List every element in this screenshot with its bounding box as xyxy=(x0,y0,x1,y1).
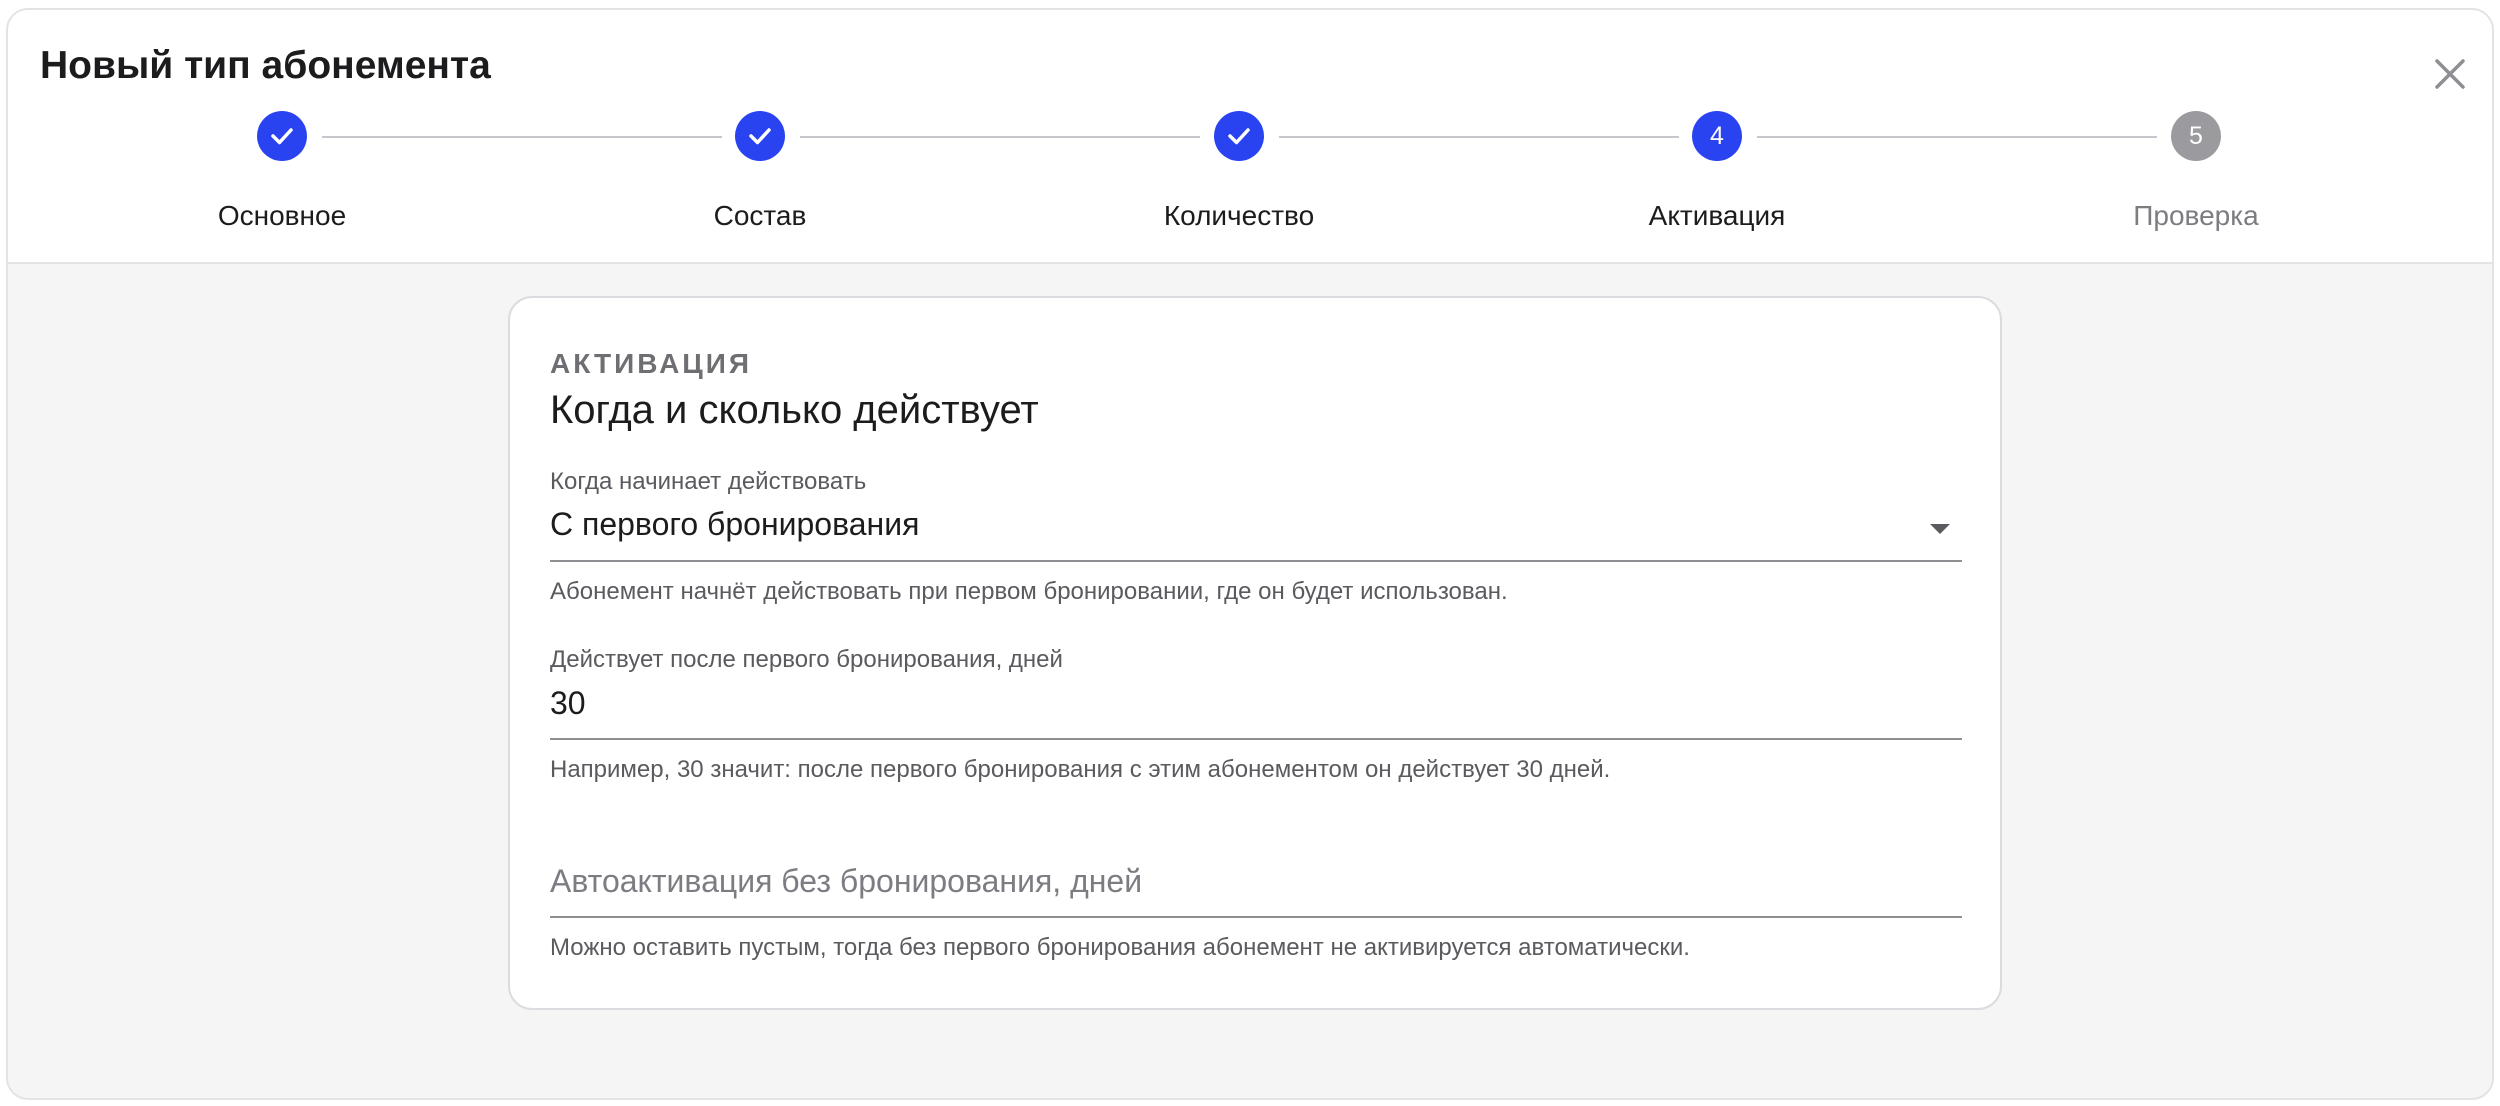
check-icon xyxy=(1228,128,1250,145)
check-icon xyxy=(749,128,771,145)
dialog-header: Новый тип абонемента Основное Состав Кол… xyxy=(8,10,2492,264)
step-3-completed[interactable] xyxy=(1214,111,1264,161)
step-4-active[interactable]: 4 xyxy=(1692,111,1742,161)
duration-helper: Например, 30 значит: после первого брони… xyxy=(550,756,1611,783)
start-condition-value[interactable]: С первого бронирования xyxy=(550,506,919,543)
close-icon xyxy=(2435,59,2465,89)
stepper-connector xyxy=(322,136,722,138)
close-button[interactable] xyxy=(2420,44,2480,104)
section-overline: АКТИВАЦИЯ xyxy=(550,348,752,379)
step-2-label[interactable]: Состав xyxy=(580,200,940,232)
autoactivation-helper: Можно оставить пустым, тогда без первого… xyxy=(550,934,1690,961)
start-condition-select[interactable]: Когда начинает действовать С первого бро… xyxy=(550,468,1962,608)
autoactivation-field: Можно оставить пустым, тогда без первого… xyxy=(550,826,1962,966)
autoactivation-underline xyxy=(550,916,1962,918)
stepper-connector xyxy=(1757,136,2157,138)
dropdown-arrow-icon[interactable] xyxy=(1930,524,1950,534)
check-icon xyxy=(271,128,293,145)
section-title: Когда и сколько действует xyxy=(550,388,1039,432)
step-5-label: Проверка xyxy=(2133,200,2259,231)
duration-underline xyxy=(550,738,1962,740)
start-condition-label: Когда начинает действовать xyxy=(550,468,867,495)
step-2-completed[interactable] xyxy=(735,111,785,161)
duration-field: Действует после первого бронирования, дн… xyxy=(550,646,1962,786)
step-1-label[interactable]: Основное xyxy=(102,200,462,232)
step-3-label[interactable]: Количество xyxy=(1059,200,1419,232)
step-4-label[interactable]: Активация xyxy=(1537,200,1897,232)
step-1-completed[interactable] xyxy=(257,111,307,161)
start-condition-helper: Абонемент начнёт действовать при первом … xyxy=(550,578,1508,605)
stepper-connector xyxy=(1279,136,1679,138)
step-5-number: 5 xyxy=(2189,121,2203,150)
activation-card: АКТИВАЦИЯ Когда и сколько действует Когд… xyxy=(508,296,2002,1010)
autoactivation-input[interactable] xyxy=(550,856,1962,906)
step-5-pending: 5 xyxy=(2171,111,2221,161)
stepper-connector xyxy=(800,136,1200,138)
new-subscription-type-dialog: Новый тип абонемента Основное Состав Кол… xyxy=(6,8,2494,1100)
dialog-title: Новый тип абонемента xyxy=(40,44,491,87)
start-condition-underline xyxy=(550,560,1962,562)
duration-input[interactable] xyxy=(550,678,1962,728)
step-4-number: 4 xyxy=(1710,121,1724,150)
duration-label: Действует после первого бронирования, дн… xyxy=(550,646,1063,673)
